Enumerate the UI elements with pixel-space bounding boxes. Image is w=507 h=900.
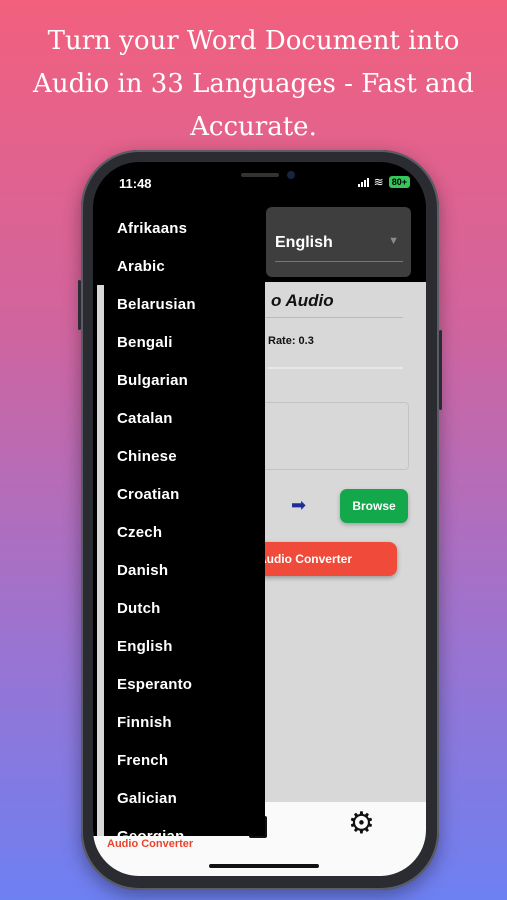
home-indicator (209, 864, 319, 868)
language-option[interactable]: Galician (117, 790, 177, 807)
headline-line-2: Audio in 33 Languages - Fast and (33, 69, 474, 99)
language-option[interactable]: Czech (117, 524, 162, 541)
language-option[interactable]: French (117, 752, 168, 769)
status-bar: 11:48 ≋ 80+ (93, 162, 426, 207)
volume-button (78, 280, 81, 330)
language-option[interactable]: Catalan (117, 410, 173, 427)
power-button (439, 330, 442, 410)
rate-slider[interactable] (268, 367, 403, 369)
language-option[interactable]: English (117, 638, 173, 655)
promo-headline: Turn your Word Document into Audio in 33… (20, 20, 487, 149)
language-option[interactable]: Chinese (117, 448, 177, 465)
gear-icon[interactable]: ⚙ (348, 809, 375, 839)
headline-line-3: Accurate. (190, 112, 317, 142)
camera-dot (287, 171, 295, 179)
language-option[interactable]: Finnish (117, 714, 172, 731)
language-dropdown-menu: Afrikaans Arabic Belarusian Bengali Bulg… (93, 207, 265, 836)
arrow-right-icon: ➡ (291, 495, 307, 515)
chevron-down-icon: ▼ (388, 235, 399, 247)
language-option[interactable]: Esperanto (117, 676, 192, 693)
language-select[interactable]: English ▼ (266, 207, 411, 277)
language-option[interactable]: Georgian (117, 828, 184, 836)
tab-audio-converter[interactable]: Audio Converter (107, 838, 193, 850)
language-option[interactable]: Bulgarian (117, 372, 188, 389)
battery-icon: 80+ (388, 176, 410, 188)
language-option[interactable]: Afrikaans (117, 220, 187, 237)
browse-button[interactable]: Browse (340, 489, 408, 523)
title-divider (243, 317, 403, 318)
language-option[interactable]: Arabic (117, 258, 165, 275)
language-select-value: English (275, 234, 333, 251)
page-title: o Audio (271, 291, 334, 310)
language-option[interactable]: Belarusian (117, 296, 196, 313)
language-option[interactable]: Dutch (117, 600, 161, 617)
phone-screen: 11:48 ≋ 80+ o Audio Rate: 0.3 ish on ➡ B… (93, 162, 426, 876)
speech-rate-label: Rate: 0.3 (268, 335, 314, 347)
menu-edge (97, 285, 104, 836)
select-underline (275, 261, 403, 262)
language-option[interactable]: Danish (117, 562, 168, 579)
language-option[interactable]: Bengali (117, 334, 173, 351)
signal-icon (357, 177, 369, 187)
headline-line-1: Turn your Word Document into (47, 26, 460, 56)
speaker-grille (241, 173, 279, 177)
wifi-icon: ≋ (373, 175, 384, 189)
status-time: 11:48 (119, 176, 152, 191)
status-icons: ≋ 80+ (357, 175, 410, 189)
language-option[interactable]: Croatian (117, 486, 179, 503)
